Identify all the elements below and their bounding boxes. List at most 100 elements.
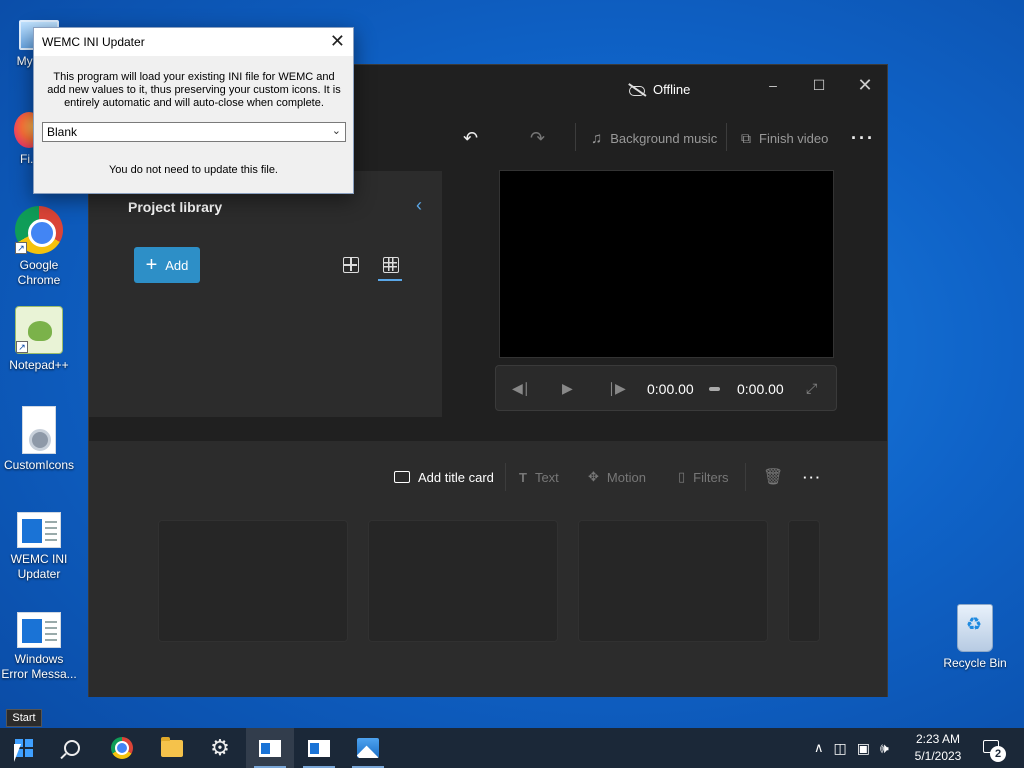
add-title-card-label: Add title card xyxy=(418,469,494,485)
taskbar-wemc-ini-updater[interactable] xyxy=(246,728,294,768)
offline-label: Offline xyxy=(653,82,691,97)
desktop-icon-customicons[interactable]: CustomIcons xyxy=(0,406,78,473)
storyboard-slot[interactable] xyxy=(788,520,820,642)
dialog-title: WEMC INI Updater xyxy=(42,35,145,49)
filters-label: Filters xyxy=(693,469,729,485)
close-icon[interactable]: ✕ xyxy=(330,31,345,52)
action-center-button[interactable]: 2 xyxy=(978,728,1018,768)
clock-date: 5/1/2023 xyxy=(914,749,962,763)
settings-file-icon xyxy=(22,406,56,454)
motion-button[interactable]: ✥ Motion xyxy=(588,465,646,489)
cloud-offline-icon xyxy=(629,84,645,96)
title-card-icon xyxy=(394,471,410,483)
desktop-icon-windows-error-messages[interactable]: Windows Error Messa... xyxy=(0,606,78,682)
network-icon[interactable]: ▣ xyxy=(857,740,870,757)
chrome-icon: ↗ xyxy=(15,206,63,254)
filters-icon: ▯ xyxy=(678,469,686,484)
text-label: Text xyxy=(534,469,559,485)
desktop-icon-label: Notepad++ xyxy=(9,358,69,372)
ini-file-select[interactable]: Blank ⌄ xyxy=(42,122,346,142)
notepad-plus-plus-icon: ↗ xyxy=(15,306,63,354)
clock-time: 2:23 AM xyxy=(915,732,961,746)
share-icon: ⧉ xyxy=(741,129,751,146)
plus-icon: + xyxy=(145,254,158,276)
trash-icon: 🗑 xyxy=(763,469,784,486)
taskbar: ⚙ ∧ ◫ ▣ 🕪 2:23 AM 5/1/2023 2 xyxy=(0,728,1024,768)
background-music-label: Background music xyxy=(610,130,718,146)
gear-icon: ⚙ xyxy=(210,735,230,760)
desktop-icon-recycle-bin[interactable]: Recycle Bin xyxy=(936,604,1014,671)
storyboard-slot[interactable] xyxy=(158,520,348,642)
application-icon xyxy=(17,612,61,648)
offline-status: Offline xyxy=(629,82,690,97)
filters-button[interactable]: ▯ Filters xyxy=(678,465,729,489)
start-button[interactable] xyxy=(0,728,48,768)
storyboard-slot[interactable] xyxy=(578,520,768,642)
desktop-icon-notepad-plus-plus[interactable]: ↗ Notepad++ xyxy=(0,306,78,373)
desktop-icon-label: Windows Error Messa... xyxy=(1,652,77,681)
text-button[interactable]: T Text xyxy=(519,465,559,489)
selected-view-indicator xyxy=(378,279,402,281)
desktop-icon-wemc-ini-updater[interactable]: WEMC INI Updater xyxy=(0,506,78,582)
add-title-card-button[interactable]: Add title card xyxy=(394,465,494,489)
volume-icon[interactable]: 🕪 xyxy=(880,740,889,757)
toolbar-divider xyxy=(505,463,506,491)
photos-icon xyxy=(357,738,379,758)
storyboard-panel: Add title card T Text ✥ Motion ▯ Filters… xyxy=(89,441,887,697)
minimize-button[interactable]: – xyxy=(750,73,796,97)
desktop-icon-label: Google Chrome xyxy=(17,258,61,287)
add-media-button[interactable]: + Add xyxy=(134,247,200,283)
start-tooltip: Start xyxy=(6,709,42,727)
recycle-bin-icon xyxy=(957,604,993,652)
collapse-chevron-icon[interactable]: ‹ xyxy=(416,195,422,216)
undo-button[interactable]: ↶ xyxy=(463,123,478,153)
taskbar-settings[interactable]: ⚙ xyxy=(196,728,244,768)
delete-button[interactable]: 🗑 xyxy=(763,465,783,489)
motion-label: Motion xyxy=(606,469,646,485)
desktop-icon-google-chrome[interactable]: ↗ Google Chrome xyxy=(0,206,78,288)
add-label: Add xyxy=(165,257,189,273)
taskbar-photos[interactable] xyxy=(344,728,392,768)
application-icon xyxy=(308,739,330,757)
taskbar-chrome[interactable] xyxy=(98,728,146,768)
finish-video-button[interactable]: ⧉ Finish video xyxy=(741,123,828,153)
skip-back-icon[interactable]: ◀∣ xyxy=(512,380,530,397)
music-note-icon: ♫ xyxy=(591,129,603,147)
desktop-icon-label: WEMC INI Updater xyxy=(10,552,68,581)
fullscreen-icon[interactable]: ⤢ xyxy=(806,380,817,397)
dialog-description: This program will load your existing INI… xyxy=(47,71,341,109)
background-music-button[interactable]: ♫ Background music xyxy=(591,123,717,153)
taskbar-windows-error-messages[interactable] xyxy=(295,728,343,768)
finish-video-label: Finish video xyxy=(759,130,829,146)
notification-count: 2 xyxy=(990,746,1006,762)
dialog-title-bar: WEMC INI Updater ✕ xyxy=(34,28,353,56)
search-icon xyxy=(64,740,80,756)
application-icon xyxy=(17,512,61,548)
application-icon xyxy=(259,739,281,757)
taskbar-file-explorer[interactable] xyxy=(148,728,196,768)
redo-button[interactable]: ↷ xyxy=(530,123,545,153)
small-grid-view-icon[interactable] xyxy=(383,257,399,273)
large-grid-view-icon[interactable] xyxy=(343,257,359,273)
search-button[interactable] xyxy=(48,728,96,768)
maximize-button[interactable]: ☐ xyxy=(796,73,842,97)
dialog-status: You do not need to update this file. xyxy=(108,164,278,176)
wemc-ini-updater-dialog: WEMC INI Updater ✕ This program will loa… xyxy=(33,27,354,194)
desktop-icon-label: CustomIcons xyxy=(3,458,75,472)
chevron-up-icon[interactable]: ∧ xyxy=(814,740,824,756)
security-icon[interactable]: ◫ xyxy=(834,740,847,757)
toolbar-divider xyxy=(726,123,727,151)
close-button[interactable]: ✕ xyxy=(842,73,888,97)
skip-forward-icon[interactable]: ∣▶ xyxy=(608,380,626,397)
playback-controls: ◀∣ ▶ ∣▶ 0:00.00 0:00.00 ⤢ xyxy=(495,365,837,411)
storyboard-slot[interactable] xyxy=(368,520,558,642)
storyboard-more-button[interactable]: ··· xyxy=(803,465,822,489)
play-icon[interactable]: ▶ xyxy=(562,380,573,397)
system-clock[interactable]: 2:23 AM 5/1/2023 xyxy=(906,731,970,765)
project-library-title: Project library xyxy=(128,199,223,215)
mouse-cursor-icon xyxy=(14,744,21,762)
system-tray: ∧ ◫ ▣ 🕪 xyxy=(814,728,889,768)
folder-icon xyxy=(161,736,183,757)
more-options-button[interactable]: ··· xyxy=(851,123,875,153)
seek-bar[interactable] xyxy=(709,387,720,391)
